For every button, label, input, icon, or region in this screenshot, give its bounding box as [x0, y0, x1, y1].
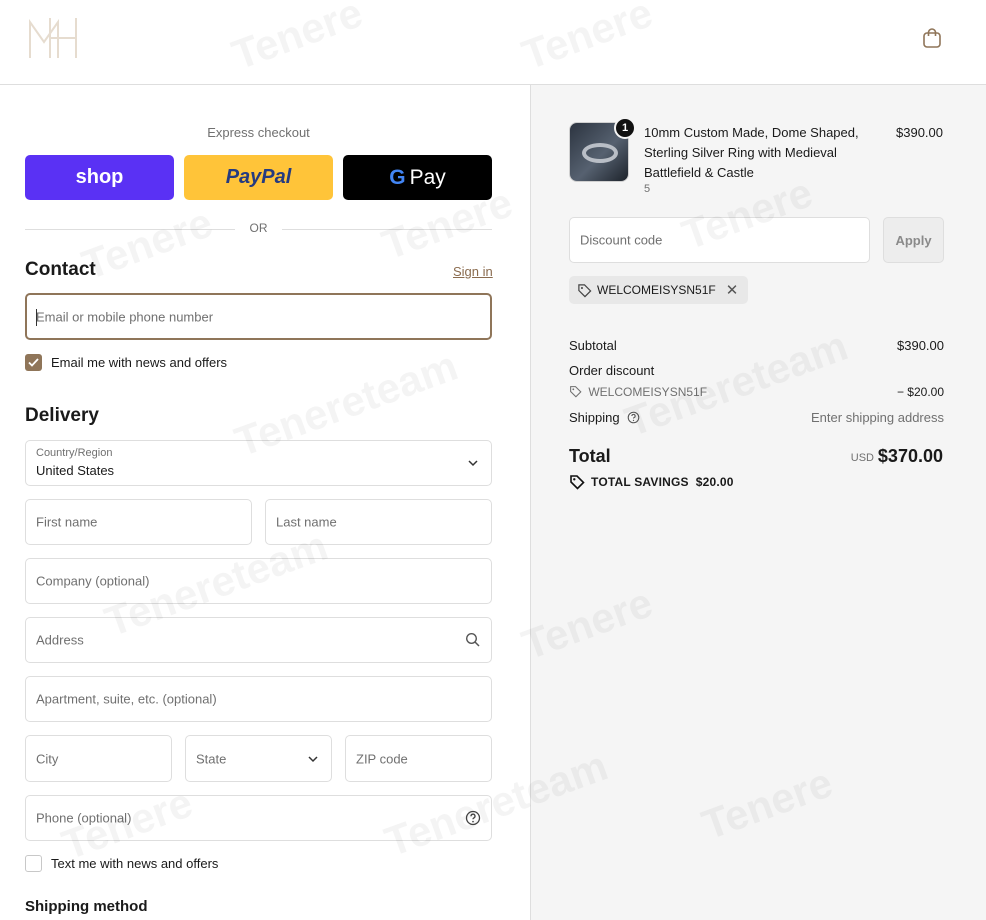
first-name-field[interactable]: First name	[25, 499, 252, 545]
email-news-option[interactable]: Email me with news and offers	[25, 354, 227, 371]
subtotal-label: Subtotal	[569, 338, 617, 353]
paypal-label: PayPal	[225, 166, 292, 188]
shipping-row: Shipping Enter shipping address	[569, 410, 944, 425]
city-field[interactable]: City	[25, 735, 172, 782]
subtotal-value: $390.00	[897, 338, 944, 353]
email-news-label: Email me with news and offers	[51, 355, 228, 370]
shopping-bag-icon[interactable]	[920, 26, 944, 50]
apartment-placeholder: Apartment, suite, etc. (optional)	[36, 691, 217, 707]
city-placeholder: City	[36, 751, 59, 766]
country-select[interactable]: Country/Region United States	[25, 440, 492, 486]
country-label: Country/Region	[36, 447, 113, 459]
tag-icon	[578, 283, 592, 297]
google-pay-label: Pay	[409, 165, 446, 189]
tag-icon	[570, 475, 585, 490]
discount-code-row: WELCOMEISYSN51F − $20.00	[569, 385, 944, 399]
chevron-down-icon	[308, 755, 318, 762]
remove-discount-icon[interactable]: ✕	[726, 281, 739, 299]
tag-icon	[570, 386, 582, 398]
help-circle-icon[interactable]	[465, 810, 481, 826]
contact-title: Contact	[25, 259, 96, 280]
checkout-form: Express checkout shop PayPal G Pay OR Co…	[0, 85, 530, 920]
discount-placeholder: Discount code	[580, 232, 663, 248]
apartment-field[interactable]: Apartment, suite, etc. (optional)	[25, 676, 492, 722]
discount-code-field[interactable]: Discount code	[569, 217, 870, 263]
shipping-label: Shipping	[569, 410, 620, 425]
checkmark-icon	[28, 358, 39, 367]
quantity-badge: 1	[614, 117, 636, 139]
product-name: 10mm Custom Made, Dome Shaped, Sterling …	[644, 125, 859, 180]
google-pay-button[interactable]: G Pay	[343, 155, 492, 200]
state-placeholder: State	[196, 751, 227, 767]
search-icon	[465, 632, 480, 647]
country-value: United States	[36, 463, 115, 478]
first-name-placeholder: First name	[36, 514, 98, 530]
email-placeholder: Email or mobile phone number	[36, 309, 214, 324]
order-discount-row: Order discount	[569, 363, 944, 378]
text-news-checkbox[interactable]	[25, 855, 42, 872]
email-field[interactable]: Email or mobile phone number	[25, 293, 492, 340]
phone-field[interactable]: Phone (optional)	[25, 795, 492, 841]
site-header	[0, 0, 986, 85]
product-price: $390.00	[896, 125, 943, 140]
chevron-down-icon	[468, 460, 478, 467]
shipping-value: Enter shipping address	[811, 410, 944, 425]
text-news-label: Text me with news and offers	[51, 856, 219, 871]
state-select[interactable]: State	[185, 735, 332, 782]
total-value: $370.00	[877, 446, 943, 466]
address-placeholder: Address	[36, 632, 84, 648]
address-field[interactable]: Address	[25, 617, 492, 663]
express-checkout-title: Express checkout	[207, 125, 310, 140]
brand-logo[interactable]	[24, 12, 82, 64]
product-variant: 5	[644, 183, 651, 195]
last-name-field[interactable]: Last name	[265, 499, 492, 545]
shop-pay-label: shop	[75, 166, 124, 188]
shipping-method-title: Shipping method	[25, 898, 148, 915]
savings-label: TOTAL SAVINGS	[591, 475, 689, 489]
help-circle-icon[interactable]	[627, 411, 640, 424]
zip-code-field[interactable]: ZIP code	[345, 735, 492, 782]
savings-value: $20.00	[695, 475, 734, 489]
total-label: Total	[569, 446, 611, 466]
discount-code-label: WELCOMEISYSN51F	[588, 385, 708, 399]
discount-value: − $20.00	[896, 385, 944, 399]
subtotal-row: Subtotal $390.00	[569, 338, 944, 353]
zip-code-placeholder: ZIP code	[356, 751, 408, 766]
shop-pay-button[interactable]: shop	[25, 155, 174, 200]
applied-discount-code: WELCOMEISYSN51F	[597, 283, 716, 297]
sign-in-link[interactable]: Sign in	[453, 264, 493, 279]
order-summary: 1 10mm Custom Made, Dome Shaped, Sterlin…	[530, 85, 986, 920]
ring-image	[582, 143, 618, 163]
currency-code: USD	[850, 452, 874, 464]
text-news-option[interactable]: Text me with news and offers	[25, 855, 218, 872]
phone-placeholder: Phone (optional)	[36, 810, 132, 826]
total-savings: TOTAL SAVINGS $20.00	[569, 474, 734, 490]
or-divider: OR	[25, 221, 492, 237]
delivery-title: Delivery	[25, 405, 99, 426]
email-news-checkbox[interactable]	[25, 354, 42, 371]
or-label: OR	[249, 221, 268, 235]
last-name-placeholder: Last name	[276, 514, 337, 530]
order-discount-label: Order discount	[569, 363, 655, 378]
apply-discount-button[interactable]: Apply	[883, 217, 944, 263]
applied-discount-chip: WELCOMEISYSN51F ✕	[569, 276, 749, 304]
company-field[interactable]: Company (optional)	[25, 558, 492, 604]
paypal-button[interactable]: PayPal	[184, 155, 333, 200]
company-placeholder: Company (optional)	[36, 573, 150, 589]
google-g-icon: G	[389, 165, 406, 189]
